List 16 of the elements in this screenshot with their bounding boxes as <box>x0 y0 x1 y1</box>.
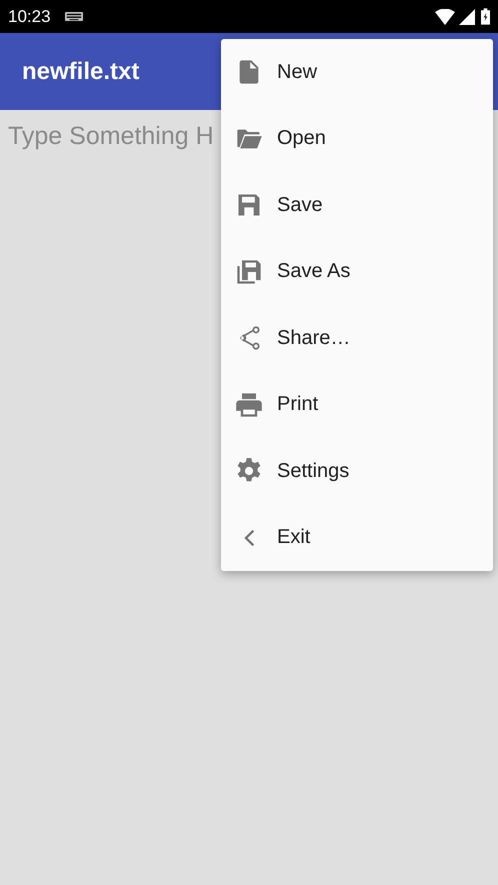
keyboard-icon <box>64 12 83 21</box>
menu-item[interactable]: Save <box>221 172 493 238</box>
menu-item[interactable]: New <box>221 39 493 106</box>
floppy-disk-stack-icon <box>235 258 263 286</box>
menu-item[interactable]: Save As <box>221 238 493 305</box>
menu-item[interactable]: Print <box>221 372 493 438</box>
signal-icon <box>459 8 475 24</box>
wifi-icon <box>435 8 455 24</box>
menu-item[interactable]: Settings <box>221 438 493 504</box>
battery-icon <box>481 8 490 25</box>
menu-item[interactable]: Open <box>221 106 493 172</box>
menu-item[interactable]: Share… <box>221 305 493 372</box>
menu-item[interactable]: Exit <box>221 504 493 571</box>
status-time: 10:23 <box>8 6 51 26</box>
app-title: newfile.txt <box>22 58 140 86</box>
printer-icon <box>235 390 263 419</box>
